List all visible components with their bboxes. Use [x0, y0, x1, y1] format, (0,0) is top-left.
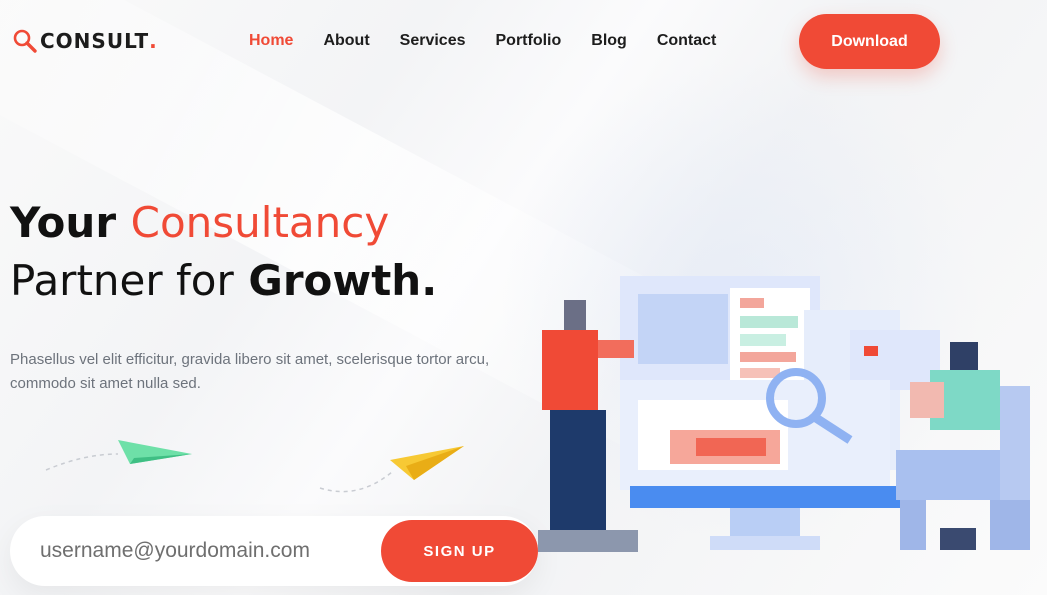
signup-form: SIGN UP	[10, 516, 538, 586]
hero-title-line-1: Your Consultancy	[10, 194, 437, 252]
brand-name: CONSULT	[40, 29, 150, 53]
brand-logo[interactable]: CONSULT .	[12, 28, 157, 54]
hero-word-your: Your	[10, 198, 117, 247]
magnifier-icon	[13, 29, 37, 53]
nav-item-home[interactable]: Home	[249, 32, 293, 50]
hero-title-line-2: Partner for Growth.	[10, 252, 437, 310]
nav-item-services[interactable]: Services	[400, 32, 466, 50]
nav-item-portfolio[interactable]: Portfolio	[496, 32, 562, 50]
hero-title: Your Consultancy Partner for Growth.	[10, 194, 437, 310]
main-nav: Home About Services Portfolio Blog Conta…	[249, 32, 746, 50]
hero-illustration	[538, 276, 1030, 552]
signup-button[interactable]: SIGN UP	[381, 520, 538, 582]
hero-phrase-partner-for: Partner for	[10, 256, 234, 305]
green-paper-plane-icon	[45, 440, 192, 471]
hero-description: Phasellus vel elit efficitur, gravida li…	[10, 351, 490, 392]
nav-item-contact[interactable]: Contact	[657, 32, 717, 50]
nav-item-about[interactable]: About	[323, 32, 369, 50]
nav-item-blog[interactable]: Blog	[591, 32, 627, 50]
hero-word-growth: Growth.	[248, 256, 438, 305]
yellow-paper-plane-icon	[319, 446, 464, 493]
hero-word-consultancy: Consultancy	[130, 198, 390, 247]
landing-page: CONSULT . Home About Services Portfolio …	[0, 0, 1047, 595]
email-input[interactable]	[40, 528, 370, 574]
download-button[interactable]: Download	[799, 14, 940, 69]
brand-dot: .	[149, 29, 157, 53]
